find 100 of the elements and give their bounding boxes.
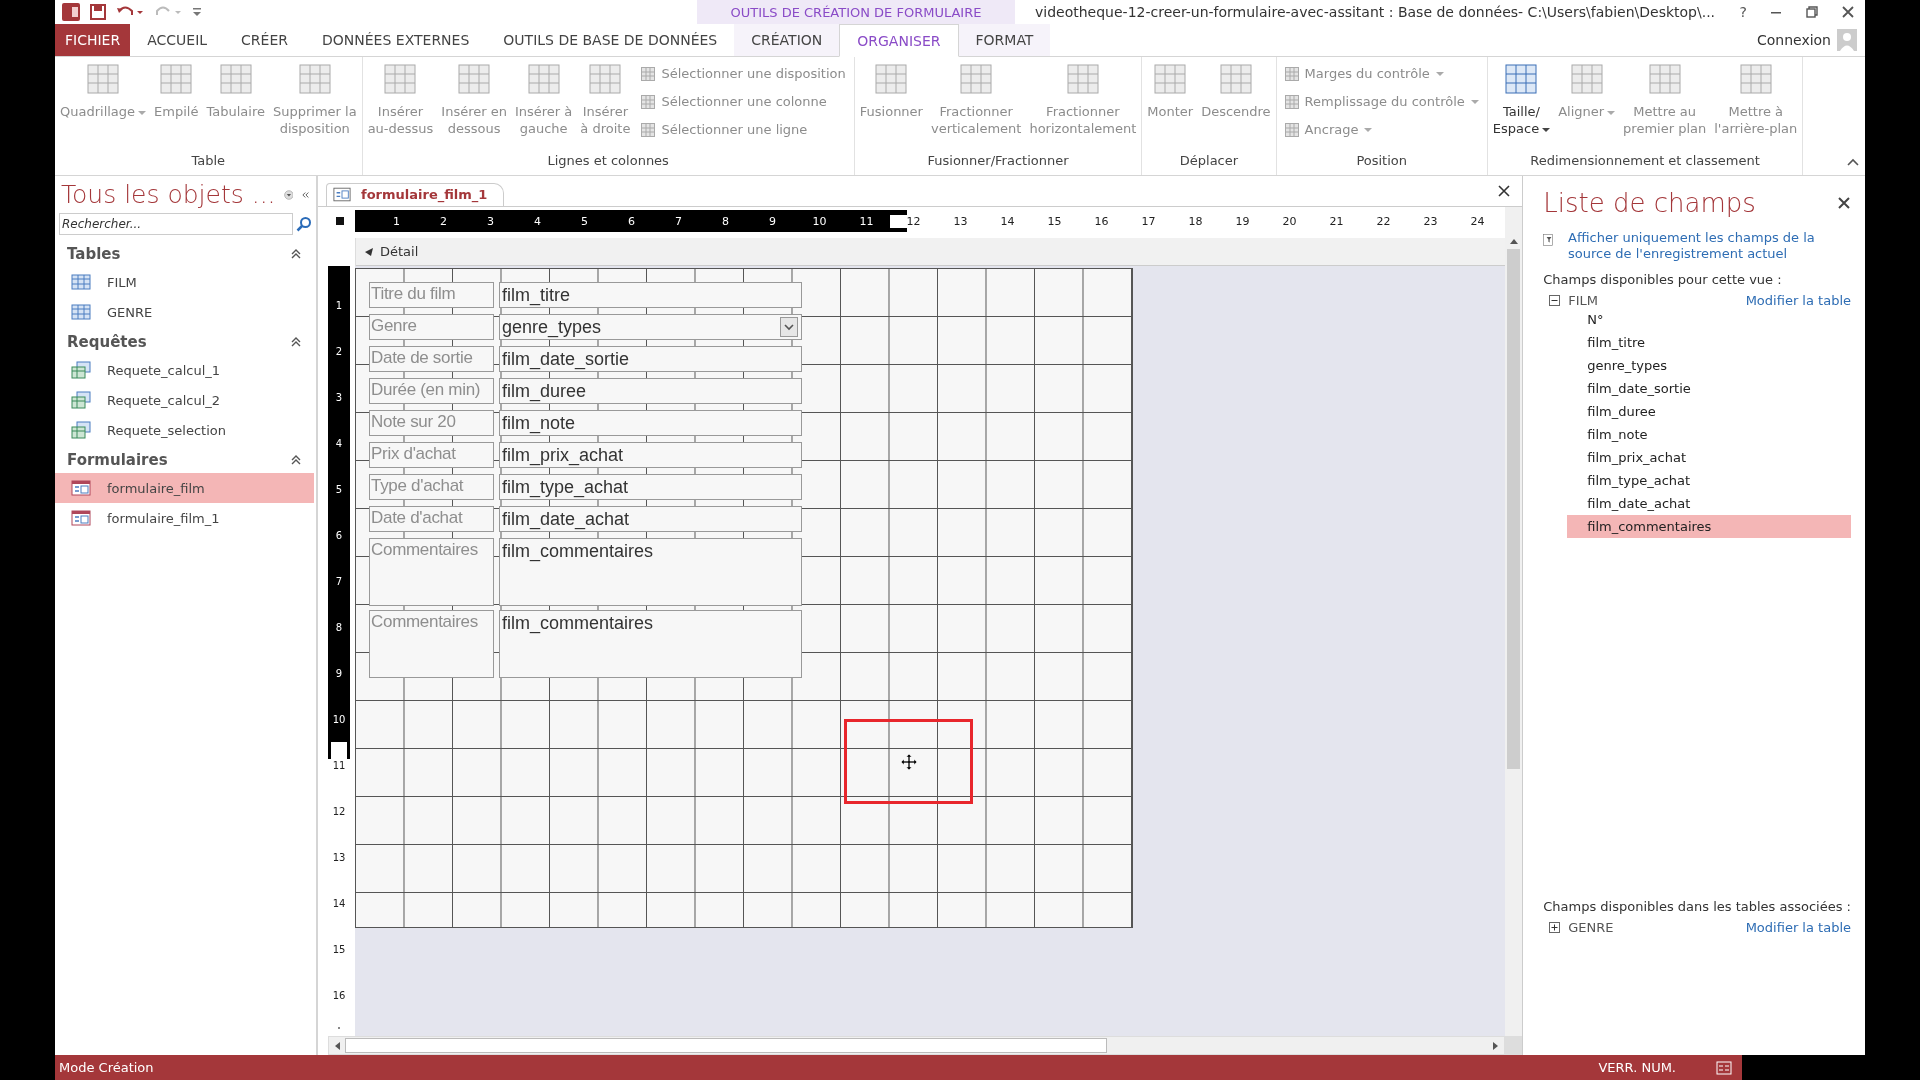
edit-table-link[interactable]: Modifier la table bbox=[1745, 293, 1851, 308]
context-header: OUTILS DE CRÉATION DE FORMULAIRE bbox=[697, 0, 1015, 24]
table-icon bbox=[71, 304, 91, 320]
text-box[interactable]: film_titre bbox=[499, 282, 802, 308]
expand-icon[interactable] bbox=[1549, 922, 1561, 933]
group-header[interactable]: Formulaires bbox=[67, 451, 168, 469]
text-box[interactable]: film_date_achat bbox=[499, 506, 802, 532]
field-item[interactable]: film_commentaires bbox=[1567, 515, 1851, 538]
status-indicator: VERR. NUM. bbox=[1598, 1060, 1676, 1075]
field-item[interactable]: genre_types bbox=[1567, 354, 1851, 377]
query-icon bbox=[71, 361, 91, 379]
field-item[interactable]: film_titre bbox=[1567, 331, 1851, 354]
scroll-thumb[interactable] bbox=[1507, 249, 1521, 769]
scroll-up-icon[interactable] bbox=[1508, 237, 1519, 245]
ribbon-tab[interactable]: OUTILS DE BASE DE DONNÉES bbox=[486, 24, 735, 56]
close-icon[interactable] bbox=[1837, 196, 1851, 210]
field-item[interactable]: film_type_achat bbox=[1567, 469, 1851, 492]
nav-item[interactable]: Requete_selection bbox=[55, 415, 314, 445]
window-title: videotheque-12-creer-un-formulaire-avec-assitant : Base de données- C:\Users\fabien\Desktop\... bbox=[1034, 4, 1717, 20]
ribbon-tab[interactable]: ORGANISER bbox=[839, 24, 959, 57]
sign-in-link[interactable]: Connexion bbox=[1756, 32, 1831, 48]
combo-box[interactable]: genre_types bbox=[499, 314, 802, 340]
field-item[interactable]: film_note bbox=[1567, 423, 1851, 446]
ribbon-tab[interactable]: CRÉATION bbox=[734, 24, 840, 56]
ribbon-tab[interactable]: ACCUEIL bbox=[130, 24, 225, 56]
nav-item[interactable]: formulaire_film bbox=[55, 473, 314, 503]
ribbon-tab[interactable]: FICHIER bbox=[55, 24, 131, 56]
document-tab[interactable]: formulaire_film_1 bbox=[326, 183, 505, 206]
search-icon[interactable] bbox=[296, 216, 312, 232]
close-icon[interactable] bbox=[1841, 5, 1855, 19]
edit-table-link[interactable]: Modifier la table bbox=[1745, 920, 1851, 935]
grid-icon bbox=[874, 63, 909, 95]
ruler-label: 18 bbox=[1172, 214, 1219, 228]
ribbon-tab[interactable]: FORMAT bbox=[958, 24, 1051, 56]
chevron-up-icon[interactable] bbox=[290, 248, 302, 260]
section-header[interactable]: Détail bbox=[356, 238, 1506, 266]
collapse-ribbon-icon[interactable] bbox=[1847, 157, 1859, 167]
chevron-up-icon[interactable] bbox=[290, 454, 302, 466]
form-selector-icon[interactable] bbox=[335, 216, 345, 226]
nav-item[interactable]: FILM bbox=[55, 267, 314, 297]
field-item[interactable]: film_duree bbox=[1567, 400, 1851, 423]
group-label: Déplacer bbox=[1178, 153, 1240, 170]
field-item[interactable]: film_date_sortie bbox=[1567, 377, 1851, 400]
chevron-up-icon[interactable] bbox=[290, 336, 302, 348]
section-heading: Champs disponibles dans les tables associées : bbox=[1543, 899, 1851, 914]
search-field[interactable]: Rechercher... bbox=[59, 213, 293, 235]
text-box[interactable]: film_type_achat bbox=[499, 474, 802, 500]
field-item[interactable]: film_date_achat bbox=[1567, 492, 1851, 515]
grid-icon bbox=[1065, 63, 1100, 95]
ribbon-button[interactable]: Taille/ Espace bbox=[1489, 61, 1554, 139]
nav-item[interactable]: GENRE bbox=[55, 297, 314, 327]
text-box[interactable]: film_date_sortie bbox=[499, 346, 802, 372]
text-box[interactable]: film_commentaires bbox=[499, 610, 802, 678]
grid-icon bbox=[457, 63, 492, 95]
text-box[interactable]: film_prix_achat bbox=[499, 442, 802, 468]
form-icon bbox=[71, 480, 91, 496]
scroll-left-icon[interactable] bbox=[333, 1040, 341, 1051]
ribbon-tab[interactable]: CRÉER bbox=[224, 24, 305, 56]
group-label: Position bbox=[1355, 153, 1408, 170]
group-header[interactable]: Requêtes bbox=[67, 333, 147, 351]
query-icon bbox=[71, 391, 91, 409]
pane-title: Liste de champs bbox=[1543, 188, 1756, 218]
field-item[interactable]: film_prix_achat bbox=[1567, 446, 1851, 469]
group-label: Fusionner/Fractionner bbox=[926, 153, 1070, 170]
size-grip bbox=[1505, 1036, 1523, 1055]
grid-icon bbox=[1504, 63, 1539, 95]
table-name[interactable]: FILM bbox=[1568, 293, 1598, 308]
text-box[interactable]: film_note bbox=[499, 410, 802, 436]
close-icon[interactable] bbox=[1498, 185, 1511, 197]
collapse-icon[interactable] bbox=[1549, 295, 1561, 306]
form-icon bbox=[71, 510, 91, 526]
horizontal-scrollbar[interactable] bbox=[328, 1036, 1506, 1055]
ribbon-tab[interactable]: DONNÉES EXTERNES bbox=[305, 24, 487, 56]
group-label: Redimensionnement et classement bbox=[1529, 153, 1761, 170]
grid-icon bbox=[641, 94, 656, 109]
field-item[interactable]: N° bbox=[1567, 308, 1851, 331]
section-heading: Champs disponibles pour cette vue : bbox=[1543, 272, 1783, 287]
grid-icon bbox=[588, 63, 623, 95]
help-button[interactable]: ? bbox=[1739, 4, 1747, 20]
filter-link[interactable]: Afficher uniquement les champs de la source de l'enregistrement actuel bbox=[1568, 230, 1851, 262]
table-name[interactable]: GENRE bbox=[1568, 920, 1614, 935]
save-icon[interactable] bbox=[89, 3, 107, 21]
grid-icon bbox=[641, 66, 656, 81]
move-cursor-icon bbox=[900, 753, 917, 770]
grid-icon bbox=[1569, 63, 1604, 95]
group-header[interactable]: Tables bbox=[67, 245, 121, 263]
grid-icon bbox=[641, 122, 656, 137]
vertical-scrollbar[interactable] bbox=[1505, 207, 1523, 1036]
grid-icon bbox=[218, 63, 253, 95]
nav-item[interactable]: Requete_calcul_2 bbox=[55, 385, 314, 415]
group-label: Lignes et colonnes bbox=[546, 153, 670, 170]
form-view-icon[interactable] bbox=[1716, 1060, 1732, 1075]
scroll-thumb[interactable] bbox=[345, 1038, 1107, 1053]
restore-icon[interactable] bbox=[1805, 5, 1819, 19]
text-box[interactable]: film_commentaires bbox=[499, 538, 802, 606]
ruler-label: 11 bbox=[330, 742, 348, 788]
form-icon bbox=[333, 187, 351, 202]
nav-item[interactable]: formulaire_film_1 bbox=[55, 503, 314, 533]
text-box[interactable]: film_duree bbox=[499, 378, 802, 404]
nav-item[interactable]: Requete_calcul_1 bbox=[55, 355, 314, 385]
